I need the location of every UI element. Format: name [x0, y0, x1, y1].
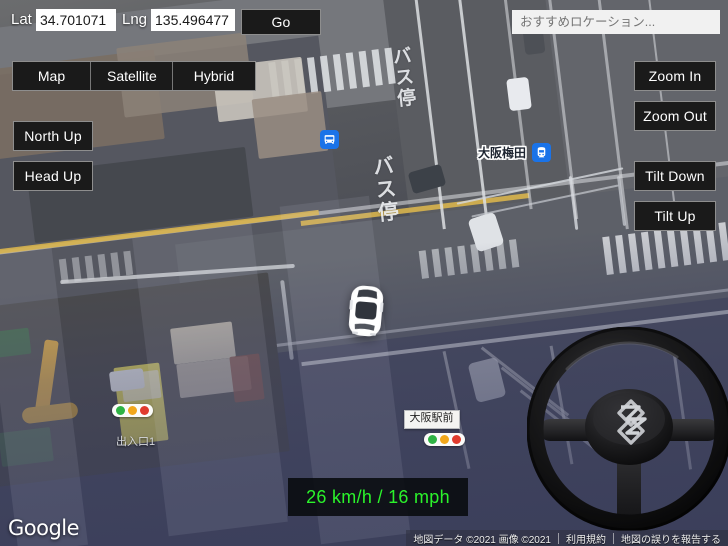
poi-umeda-label: 大阪梅田 [478, 146, 527, 160]
map-type-hybrid[interactable]: Hybrid [173, 62, 255, 90]
tilt-down-button[interactable]: Tilt Down [634, 161, 716, 191]
bus-icon [320, 130, 339, 149]
traffic-light-icon-2 [112, 404, 153, 417]
poi-exit-1[interactable]: 出入口1 [112, 404, 155, 449]
speed-readout: 26 km/h / 16 mph [288, 478, 468, 516]
site-green-patch-2 [0, 426, 54, 468]
signal-yellow-2 [128, 406, 137, 415]
attribution-report[interactable]: 地図の誤りを報告する [614, 531, 728, 546]
traffic-light-icon [424, 432, 465, 446]
poi-osaka-eki-mae-label: 大阪駅前 [403, 410, 460, 429]
zoom-in-button[interactable]: Zoom In [634, 61, 716, 91]
vehicle-white-4 [108, 368, 146, 392]
train-icon [532, 143, 552, 162]
poi-osaka-eki-mae[interactable]: 大阪駅前 [398, 410, 465, 446]
site-green-patch [0, 327, 32, 359]
map-type-switch: Map Satellite Hybrid [12, 61, 256, 91]
signal-yellow [440, 434, 449, 444]
poi-bus-stop-marker[interactable] [320, 130, 339, 149]
car-top-view-icon [344, 283, 388, 338]
map-type-satellite[interactable]: Satellite [91, 62, 173, 90]
poi-umeda-station[interactable]: 大阪梅田 [478, 143, 552, 162]
search-input[interactable] [512, 10, 720, 34]
attribution-map-data: 地図データ ©2021 画像 ©2021 [413, 534, 551, 546]
go-button[interactable]: Go [241, 9, 321, 35]
zoom-out-button[interactable]: Zoom Out [634, 101, 716, 131]
head-up-button[interactable]: Head Up [13, 161, 93, 191]
signal-red-2 [140, 406, 149, 415]
signal-red [452, 434, 461, 444]
tilt-up-button[interactable]: Tilt Up [634, 201, 716, 231]
poi-exit-1-label: 出入口1 [116, 436, 156, 448]
signal-green-2 [116, 406, 125, 415]
site-debris-red [229, 353, 265, 403]
lng-input[interactable] [151, 9, 235, 31]
map-drive-app: バス停 バス停 大阪梅田 大阪駅前 出入口1 Lat 34.701071 Lng… [0, 0, 728, 546]
google-logo: Google [8, 516, 80, 540]
lat-input[interactable] [36, 9, 116, 31]
map-attribution: 地図データ ©2021 画像 ©2021 利用規約 地図の誤りを報告する [406, 530, 728, 546]
lng-label: Lng [122, 11, 148, 28]
map-type-map[interactable]: Map [13, 62, 91, 90]
attribution-terms[interactable]: 利用規約 [559, 531, 613, 546]
signal-green [428, 434, 437, 444]
north-up-button[interactable]: North Up [13, 121, 93, 151]
lat-label: Lat [11, 11, 32, 28]
building-roof-4 [251, 90, 329, 160]
vehicle-white-1 [506, 76, 532, 112]
